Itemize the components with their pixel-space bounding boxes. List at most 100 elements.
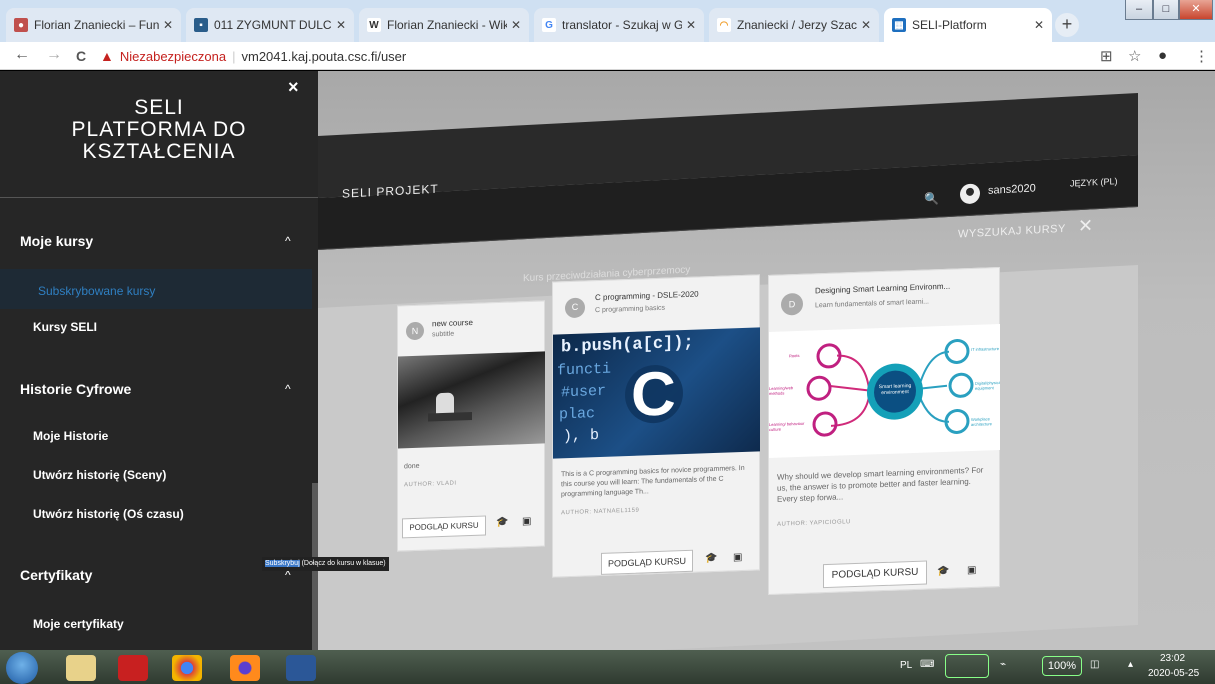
course-image-diagram: Smart learning environment Roots Learnin… — [769, 323, 1000, 459]
sidebar-item-seli-courses[interactable]: Kursy SELI — [33, 320, 97, 334]
tab-seli-platform[interactable]: ▦ SELI-Platform ✕ — [884, 8, 1052, 42]
close-tab-icon[interactable]: ✕ — [336, 18, 346, 32]
subscribe-icon[interactable]: 🎓 — [496, 517, 508, 528]
page-favicon-icon: ▪ — [194, 18, 208, 32]
forward-icon[interactable]: → — [46, 46, 62, 64]
close-tab-icon[interactable]: ✕ — [511, 18, 521, 32]
chevron-up-icon[interactable]: ^ — [285, 382, 291, 396]
code-line: b.push(a[c]); — [561, 333, 694, 358]
course-author: AUTHOR: NATNAEL1159 — [561, 507, 640, 517]
search-icon[interactable]: 🔍 — [924, 191, 939, 206]
network-icon[interactable]: ⌁ — [1000, 659, 1006, 670]
tab-florian-fund[interactable]: ● Florian Znaniecki – Fund ✕ — [6, 8, 181, 42]
divider — [0, 197, 318, 198]
battery-indicator[interactable]: 100% — [1042, 656, 1082, 676]
sidebar-item-my-stories[interactable]: Moje Historie — [33, 429, 108, 443]
close-tab-icon[interactable]: ✕ — [686, 18, 696, 32]
sidebar-title: SELI PLATFORMA DO KSZTAŁCENIA — [71, 96, 247, 163]
arc-favicon-icon: ◠ — [717, 18, 731, 32]
firefox-icon[interactable] — [230, 655, 260, 681]
sidebar-item-subscribed-courses[interactable]: Subskrybowane kursy — [38, 284, 155, 298]
new-tab-button[interactable]: + — [1055, 13, 1079, 37]
subscribe-icon[interactable]: 🎓 — [705, 553, 717, 564]
sidebar-heading-certificates[interactable]: Certyfikaty — [20, 567, 92, 583]
preview-course-button[interactable]: PODGLĄD KURSU — [823, 560, 927, 589]
subscribe-tooltip: Subskrybuj (Dołącz do kursu w klasue) — [262, 557, 389, 571]
tray-icon[interactable]: ◫ — [1090, 659, 1099, 670]
code-line: plac — [559, 405, 596, 424]
close-tab-icon[interactable]: ✕ — [861, 18, 871, 32]
sidebar-item-create-story-timeline[interactable]: Utwórz historię (Oś czasu) — [33, 507, 184, 521]
menu-icon[interactable]: ⋮ — [1194, 47, 1209, 65]
diagram-label: Learning/web methods — [769, 385, 794, 397]
tab-translator[interactable]: G translator - Szukaj w Goo ✕ — [534, 8, 704, 42]
translate-icon[interactable]: ⊞ — [1100, 47, 1113, 65]
course-image-code: b.push(a[c]); functi #user plac ), b C — [553, 327, 760, 459]
pdf-icon[interactable] — [118, 655, 148, 681]
preview-course-button[interactable]: PODGLĄD KURSU — [402, 515, 486, 539]
address-bar: ← → C ▲ Niezabezpieczona | vm2041.kaj.po… — [0, 42, 1215, 70]
keyboard-icon[interactable]: ⌨ — [920, 659, 934, 670]
clock-time[interactable]: 23:02 — [1160, 653, 1185, 664]
explorer-icon[interactable] — [66, 655, 96, 681]
subscribe-icon[interactable]: 🎓 — [937, 566, 949, 577]
tab-title: SELI-Platform — [912, 18, 987, 32]
url-text: vm2041.kaj.pouta.csc.fi/user — [241, 48, 407, 64]
star-icon[interactable]: ☆ — [1128, 47, 1141, 65]
comment-icon[interactable]: ▣ — [967, 565, 976, 576]
tab-title: translator - Szukaj w Goo — [562, 18, 682, 32]
seli-favicon-icon: ▦ — [892, 18, 906, 32]
account-icon[interactable]: ● — [1158, 47, 1167, 64]
tab-zygmunt[interactable]: ▪ 011 ZYGMUNT DULCZEW ✕ — [186, 8, 354, 42]
tab-title: Florian Znaniecki – Fund — [34, 18, 159, 32]
sidebar-item-create-story-scenes[interactable]: Utwórz historię (Sceny) — [33, 468, 166, 482]
reload-icon[interactable]: C — [76, 48, 86, 64]
browser-tab-strip: ● Florian Znaniecki – Fund ✕ ▪ 011 ZYGMU… — [0, 0, 1215, 42]
show-hidden-icons[interactable]: ▴ — [1128, 659, 1133, 670]
course-avatar: N — [406, 321, 424, 341]
search-courses-link[interactable]: WYSZUKAJ KURSY — [958, 223, 1066, 241]
chevron-up-icon[interactable]: ^ — [285, 234, 291, 248]
clock-date[interactable]: 2020-05-25 — [1148, 668, 1199, 679]
diagram-label: Workplace architecture — [971, 416, 992, 427]
course-avatar: C — [565, 297, 585, 319]
google-favicon-icon: G — [542, 18, 556, 32]
diagram-label: IT infrastructure — [971, 345, 999, 352]
start-button-icon[interactable] — [6, 652, 38, 684]
course-author: AUTHOR: YAPICIOGLU — [777, 519, 851, 528]
course-avatar: D — [781, 292, 803, 316]
preview-course-button[interactable]: PODGLĄD KURSU — [601, 549, 693, 575]
tab-szacki[interactable]: ◠ Znaniecki / Jerzy Szacki. ✕ — [709, 8, 879, 42]
comment-icon[interactable]: ▣ — [522, 516, 531, 527]
wikipedia-favicon-icon: W — [367, 18, 381, 32]
comment-icon[interactable]: ▣ — [733, 552, 742, 563]
close-tab-icon[interactable]: ✕ — [163, 18, 173, 32]
sidebar-item-my-certificates[interactable]: Moje certyfikaty — [33, 617, 124, 631]
tab-title: Florian Znaniecki - Wikip — [387, 18, 507, 32]
close-tab-icon[interactable]: ✕ — [1034, 18, 1044, 32]
maximize-button[interactable]: □ — [1153, 0, 1179, 20]
tab-title: 011 ZYGMUNT DULCZEW — [214, 18, 332, 32]
course-subtitle: subtitle — [432, 330, 455, 339]
site-close-icon[interactable]: ✕ — [1078, 215, 1093, 237]
close-window-button[interactable]: ✕ — [1179, 0, 1213, 20]
minimize-button[interactable]: – — [1125, 0, 1153, 20]
sidebar-heading-digital-stories[interactable]: Historie Cyfrowe — [20, 381, 131, 397]
language-indicator[interactable]: PL — [900, 660, 912, 671]
word-icon[interactable] — [286, 655, 316, 681]
sidebar-heading-my-courses[interactable]: Moje kursy — [20, 233, 93, 249]
sidebar-close-icon[interactable]: × — [288, 77, 299, 98]
back-icon[interactable]: ← — [14, 46, 30, 64]
code-line: #user — [561, 382, 607, 402]
username[interactable]: sans2020 — [988, 182, 1036, 197]
signal-indicator[interactable] — [945, 654, 989, 678]
chrome-icon[interactable] — [172, 655, 202, 681]
person-favicon-icon: ● — [14, 18, 28, 32]
course-description: Why should we develop smart learning env… — [777, 465, 984, 504]
diagram-label: Digital/physical equipment — [975, 379, 1000, 391]
course-card: C C programming - DSLE-2020 C programmin… — [552, 274, 760, 578]
course-subtitle: Learn fundamentals of smart learni... — [815, 298, 930, 310]
tab-wikipedia[interactable]: W Florian Znaniecki - Wikip ✕ — [359, 8, 529, 42]
url-omnibox[interactable]: ▲ Niezabezpieczona | vm2041.kaj.pouta.cs… — [100, 44, 1100, 68]
tab-title: Znaniecki / Jerzy Szacki. — [737, 18, 857, 32]
